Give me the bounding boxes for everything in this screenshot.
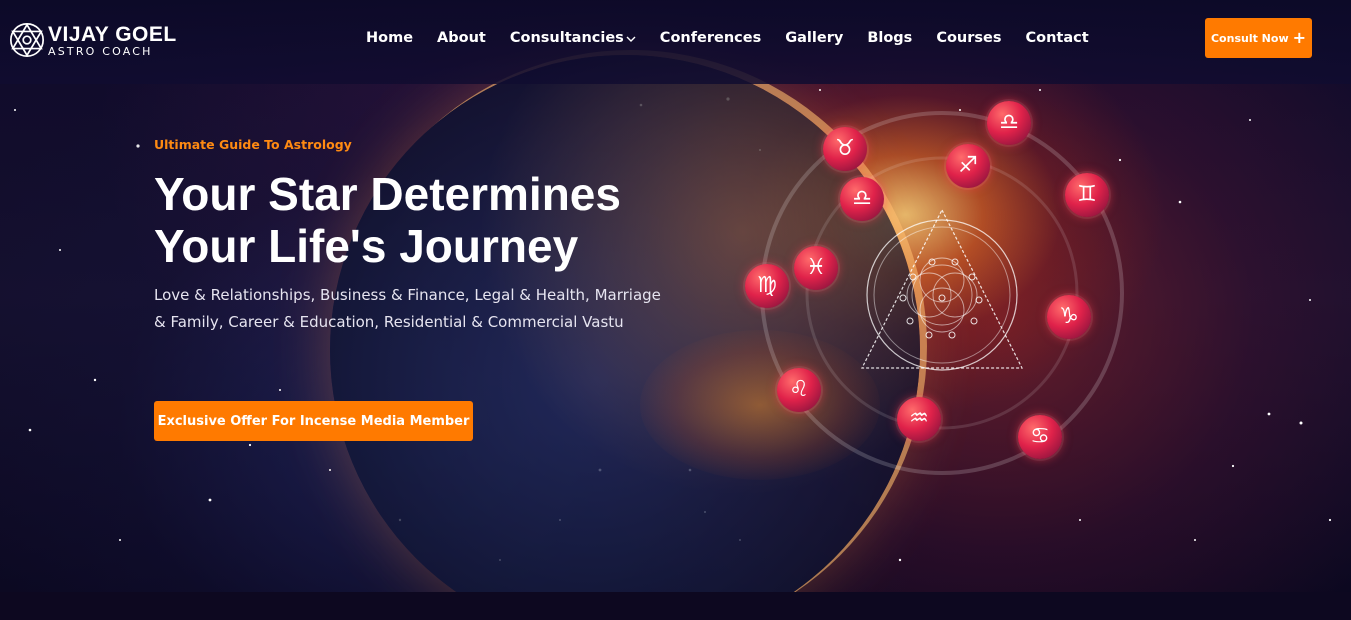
headline-line-1: Your Star Determines <box>154 168 621 220</box>
aquarius-icon: ♒ <box>897 397 941 441</box>
main-nav: Home About Consultancies Conferences Gal… <box>354 28 1101 48</box>
nav-item-home[interactable]: Home <box>354 28 425 48</box>
leo-icon: ♌ <box>777 368 821 412</box>
plus-icon: + <box>1292 28 1307 47</box>
consult-now-button[interactable]: Consult Now + <box>1205 18 1312 58</box>
pisces-icon: ♓ <box>794 246 838 290</box>
hero-description: Love & Relationships, Business & Finance… <box>154 286 661 331</box>
hero-headline: Your Star Determines Your Life's Journey <box>154 168 714 272</box>
nav-item-gallery[interactable]: Gallery <box>773 28 855 48</box>
zodiac-wheel: ♉ ♎ ♎ ♐ ♊ ♓ ♍ ♑ ♌ ♒ ♋ <box>740 95 1140 475</box>
nav-item-about[interactable]: About <box>425 28 498 48</box>
section-divider <box>0 592 1351 620</box>
chevron-down-icon <box>626 35 636 46</box>
gemini-icon: ♊ <box>1065 173 1109 217</box>
exclusive-offer-button[interactable]: Exclusive Offer For Incense Media Member <box>154 401 473 441</box>
capricorn-icon: ♑ <box>1047 295 1091 339</box>
nav-item-conferences[interactable]: Conferences <box>648 28 773 48</box>
sacred-geometry-star-icon <box>9 22 45 58</box>
sagittarius-icon: ♐ <box>946 144 990 188</box>
nav-item-courses[interactable]: Courses <box>924 28 1013 48</box>
nav-item-contact[interactable]: Contact <box>1014 28 1101 48</box>
nav-item-consultancies-label: Consultancies <box>509 30 624 46</box>
consult-now-label: Consult Now <box>1210 31 1289 45</box>
cancer-icon: ♋ <box>1018 415 1062 459</box>
nav-item-consultancies[interactable]: Consultancies <box>498 28 648 48</box>
libra-top-icon: ♎ <box>987 101 1031 145</box>
taurus-icon: ♉ <box>823 127 867 171</box>
brand-tagline: ASTRO COACH <box>48 44 153 58</box>
nav-item-blogs[interactable]: Blogs <box>855 28 924 48</box>
headline-line-2: Your Life's Journey <box>154 220 579 272</box>
libra-icon: ♎ <box>840 177 884 221</box>
virgo-icon: ♍ <box>745 264 789 308</box>
hero-eyebrow: Ultimate Guide To Astrology <box>154 137 352 152</box>
brand-name: VIJAY GOEL <box>48 22 177 46</box>
brand-logo[interactable]: VIJAY GOEL ASTRO COACH <box>8 20 177 60</box>
brand-wordmark: VIJAY GOEL ASTRO COACH <box>48 24 177 57</box>
site-header: VIJAY GOEL ASTRO COACH Home About Consul… <box>0 0 1351 84</box>
hero-section: ♉ ♎ ♎ ♐ ♊ ♓ ♍ ♑ ♌ ♒ ♋ Ultimate Guide To … <box>0 0 1351 592</box>
